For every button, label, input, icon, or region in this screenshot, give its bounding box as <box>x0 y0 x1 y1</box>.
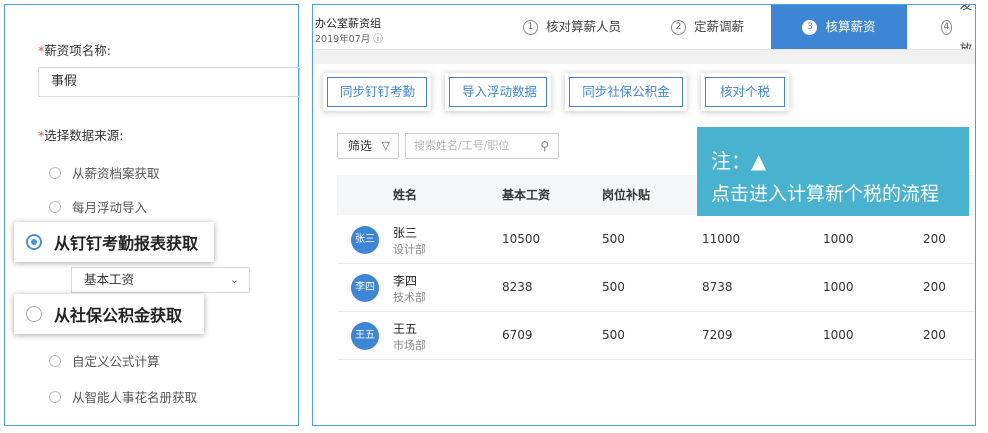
payroll-calculation-panel: 办公室薪资组 2019年07月 ⓘ 1 核对算薪人员 2 定薪调薪 3 核算薪资 4发… <box>312 4 976 426</box>
table-cell: 1000 <box>823 232 854 246</box>
radio-selected-icon[interactable] <box>26 234 42 250</box>
salary-item-settings-panel: *薪资项名称: 事假 *选择数据来源: 从薪资档案获取 每月浮动导入 自定义公式… <box>4 4 300 426</box>
note-text: 点击进入计算新个税的流程 <box>711 183 940 205</box>
avatar: 王五 <box>351 322 379 350</box>
tax-flow-note: 注：▲ 点击进入计算新个税的流程 <box>697 127 969 216</box>
table-cell: 500 <box>602 328 625 342</box>
source-option-roster[interactable]: 从智能人事花名册获取 <box>49 387 197 406</box>
table-cell: 6709 <box>502 328 533 342</box>
source-option-dingtalk-attendance[interactable]: 从钉钉考勤报表获取 <box>14 222 214 262</box>
data-source-label: *选择数据来源: <box>38 128 124 143</box>
employee-department: 设计部 <box>393 243 426 256</box>
note-title: 注：▲ <box>711 149 767 173</box>
filter-button[interactable]: 筛选 ▽ <box>337 133 399 159</box>
table-cell: 500 <box>602 280 625 294</box>
employee-department: 技术部 <box>393 291 426 304</box>
step-number-icon: 3 <box>802 19 818 35</box>
import-floating-data-button[interactable]: 导入浮动数据 <box>449 77 547 107</box>
salary-item-name-input[interactable]: 事假 <box>38 67 300 97</box>
step-salary-adjust[interactable]: 2 定薪调薪 <box>671 5 744 49</box>
avatar: 李四 <box>351 274 379 302</box>
salary-field-select[interactable]: 基本工资 ⌄ <box>71 267 250 293</box>
employee-name: 王五 <box>393 322 418 336</box>
table-cell: 8738 <box>702 280 733 294</box>
salary-item-name-label: *薪资项名称: <box>38 43 111 58</box>
step-number-icon: 2 <box>671 19 686 35</box>
table-cell: 8238 <box>502 280 533 294</box>
employee-name: 李四 <box>393 274 418 288</box>
column-header-name: 姓名 <box>393 188 418 202</box>
step-payout[interactable]: 4发放 <box>941 5 975 56</box>
step-calculate-salary[interactable]: 3 核算薪资 <box>771 5 907 49</box>
employee-search-input[interactable]: 搜索姓名/工号/职位 ⚲ <box>405 133 559 159</box>
filter-icon: ▽ <box>381 139 390 152</box>
table-cell: 500 <box>602 232 625 246</box>
table-cell: 11000 <box>702 232 741 246</box>
table-cell: 200 <box>923 232 946 246</box>
employee-name: 张三 <box>393 226 418 240</box>
column-header-allowance: 岗位补贴 <box>602 188 651 202</box>
source-option-monthly-import[interactable]: 每月浮动导入 <box>49 197 147 216</box>
employee-department: 市场部 <box>393 339 426 352</box>
table-row[interactable]: 王五 王五 市场部 6709 500 7209 1000 200 <box>337 311 975 360</box>
radio-icon[interactable] <box>49 166 61 179</box>
sync-social-security-button[interactable]: 同步社保公积金 <box>569 77 683 107</box>
radio-icon[interactable] <box>49 354 61 367</box>
table-cell: 1000 <box>823 280 854 294</box>
sync-dingtalk-attendance-button[interactable]: 同步钉钉考勤 <box>327 77 427 107</box>
source-option-social-security[interactable]: 从社保公积金获取 <box>14 294 204 334</box>
check-income-tax-button[interactable]: 核对个税 <box>705 77 785 107</box>
table-cell: 1000 <box>823 328 854 342</box>
column-header-base-salary: 基本工资 <box>502 188 551 202</box>
radio-icon[interactable] <box>49 200 61 213</box>
table-row[interactable]: 李四 李四 技术部 8238 500 8738 1000 200 <box>337 263 975 312</box>
table-cell: 200 <box>923 280 946 294</box>
table-cell: 200 <box>923 328 946 342</box>
chevron-down-icon: ⌄ <box>229 273 239 286</box>
step-verify-staff[interactable]: 1 核对算薪人员 <box>523 5 621 49</box>
table-cell: 10500 <box>502 232 541 246</box>
radio-icon[interactable] <box>26 306 42 322</box>
search-icon: ⚲ <box>540 139 549 153</box>
step-number-icon: 1 <box>523 19 538 35</box>
header-strip <box>313 50 975 64</box>
step-number-icon: 4 <box>941 19 952 35</box>
source-option-custom-formula[interactable]: 自定义公式计算 <box>49 351 160 370</box>
table-row[interactable]: 张三 张三 设计部 10500 500 11000 1000 200 <box>337 215 975 264</box>
salary-group-title: 办公室薪资组 <box>315 17 381 30</box>
salary-period: 2019年07月 ⓘ <box>315 34 383 45</box>
avatar: 张三 <box>351 226 379 254</box>
radio-icon[interactable] <box>49 390 61 403</box>
table-cell: 7209 <box>702 328 733 342</box>
source-option-salary-archive[interactable]: 从薪资档案获取 <box>49 163 160 182</box>
